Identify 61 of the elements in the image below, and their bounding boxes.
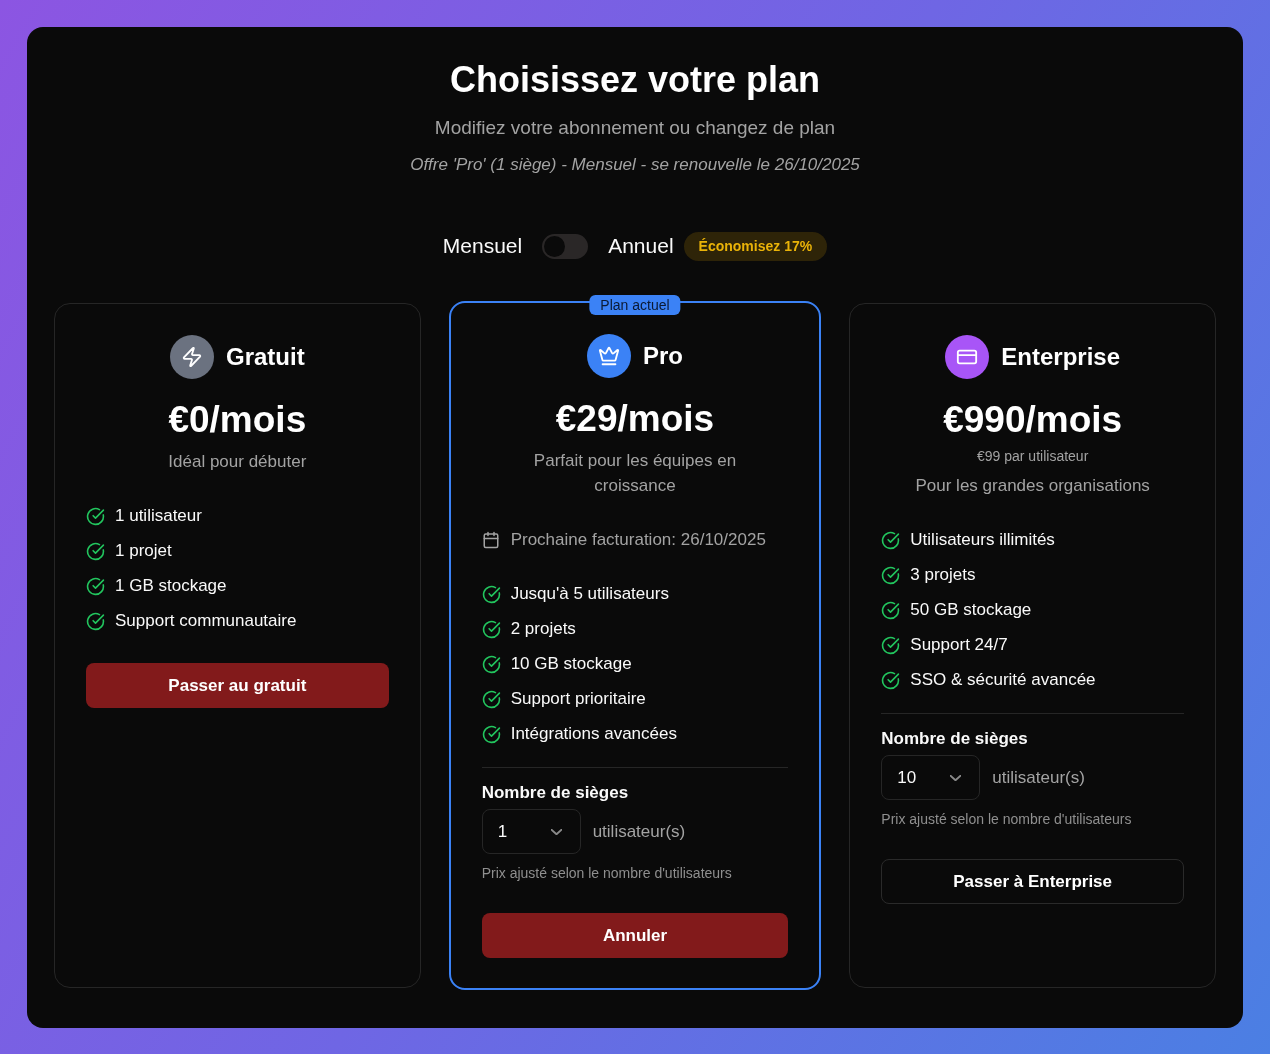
feature-text: 3 projets: [910, 564, 976, 586]
feature-text: Utilisateurs illimités: [910, 529, 1055, 551]
check-icon: [481, 724, 501, 744]
current-plan-badge: Plan actuel: [589, 295, 681, 315]
check-icon: [881, 670, 901, 690]
billing-toggle[interactable]: [542, 233, 589, 259]
feature-text: Jusqu'à 5 utilisateurs: [510, 583, 669, 605]
plan-description: Pour les grandes organisations: [915, 475, 1150, 497]
feature-text: Support communautaire: [115, 610, 297, 632]
feature-text: Intégrations avancées: [510, 723, 677, 745]
plan-price: €29/mois: [554, 397, 716, 441]
seats-select[interactable]: 10: [881, 755, 981, 800]
check-icon: [86, 541, 105, 561]
feature-text: 1 projet: [115, 540, 172, 562]
plan-action-button[interactable]: Passer à Enterprise: [881, 859, 1184, 904]
plan-name: Enterprise: [1001, 342, 1120, 372]
plan-action-button[interactable]: Passer au gratuit: [86, 663, 389, 708]
plan-price: €0/mois: [167, 398, 308, 442]
calendar-icon: [481, 531, 500, 549]
savings-badge: Économisez 17%: [683, 231, 828, 261]
feature-text: 1 GB stockage: [115, 575, 227, 597]
check-icon: [86, 576, 105, 596]
plan-description: Parfait pour les équipes en croissance: [532, 450, 738, 497]
plan-price: €990/mois: [942, 398, 1124, 442]
chevron-down-icon: [950, 774, 962, 781]
page-title: Choisissez votre plan: [449, 58, 821, 102]
check-icon: [481, 689, 501, 709]
seats-select[interactable]: 1: [481, 809, 581, 854]
seats-unit: utilisateur(s): [592, 821, 686, 842]
feature-text: Support prioritaire: [510, 688, 646, 710]
check-icon: [881, 600, 901, 620]
feature-text: 50 GB stockage: [910, 599, 1032, 621]
per-user-price: €99 par utilisateur: [976, 447, 1090, 466]
check-icon: [481, 584, 501, 604]
annual-label: Annuel: [608, 233, 674, 259]
seats-label: Nombre de sièges: [481, 782, 630, 804]
check-icon: [481, 619, 501, 639]
feature-text: Support 24/7: [910, 634, 1008, 656]
seats-hint: Prix ajusté selon le nombre d'utilisateurs: [881, 810, 1133, 829]
check-icon: [86, 506, 105, 526]
monthly-label: Mensuel: [442, 233, 523, 259]
plan-description: Idéal pour débuter: [168, 451, 307, 473]
seats-unit: utilisateur(s): [992, 767, 1085, 788]
feature-text: 10 GB stockage: [510, 653, 632, 675]
plan-name: Pro: [643, 341, 683, 371]
chevron-down-icon: [550, 828, 562, 835]
check-icon: [86, 611, 105, 631]
current-plan-summary: Offre 'Pro' (1 siège) - Mensuel - se renouvelle le 26/10/2025: [410, 154, 860, 176]
feature-text: SSO & sécurité avancée: [910, 669, 1096, 691]
check-icon: [481, 654, 501, 674]
feature-text: 1 utilisateur: [115, 505, 202, 527]
check-icon: [881, 565, 901, 585]
feature-text: 2 projets: [510, 618, 576, 640]
seats-label: Nombre de sièges: [881, 728, 1029, 750]
seats-hint: Prix ajusté selon le nombre d'utilisateurs: [481, 864, 733, 883]
plan-name: Gratuit: [226, 342, 305, 372]
check-icon: [881, 635, 901, 655]
page-subtitle: Modifiez votre abonnement ou changez de plan: [434, 116, 836, 140]
check-icon: [881, 530, 901, 550]
next-billing-text: Prochaine facturation: 26/10/2025: [510, 529, 766, 551]
plan-action-button[interactable]: Annuler: [481, 913, 789, 958]
